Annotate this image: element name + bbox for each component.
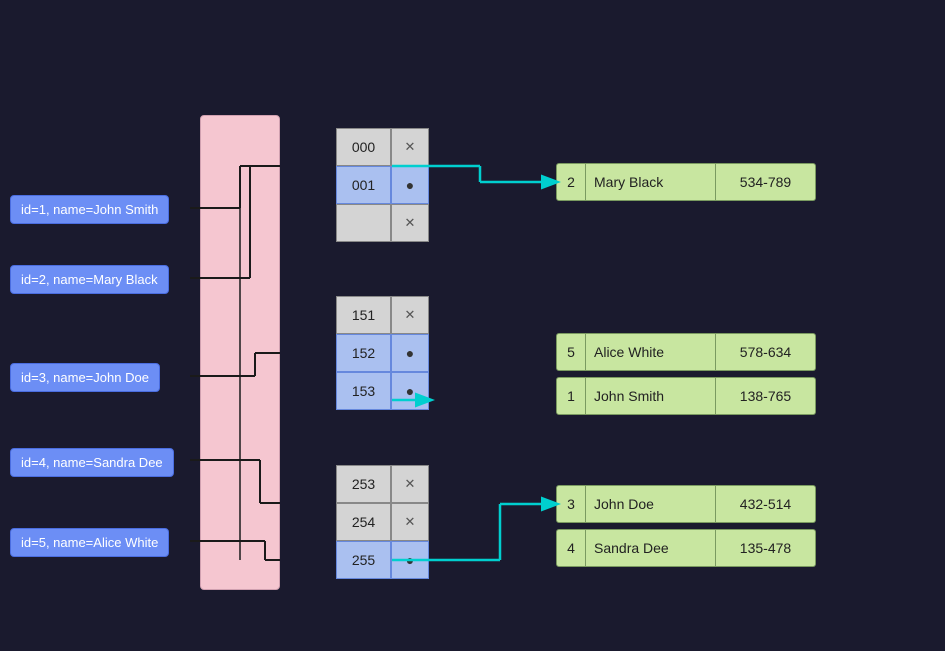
bucket-row-152: 152 xyxy=(336,334,429,372)
bucket-marker-254 xyxy=(391,503,429,541)
bucket-marker-153 xyxy=(391,372,429,410)
result-group-3: 3 John Doe 432-514 4 Sandra Dee 135-478 xyxy=(556,485,816,573)
bucket-row-151: 151 xyxy=(336,296,429,334)
bucket-row-002 xyxy=(336,204,429,242)
result-phone-alice-white: 578-634 xyxy=(716,333,816,371)
result-phone-mary-black: 534-789 xyxy=(716,163,816,201)
entity-alice-white: id=5, name=Alice White xyxy=(10,528,169,557)
bucket-row-254: 254 xyxy=(336,503,429,541)
bucket-num-001: 001 xyxy=(336,166,391,204)
bucket-num-152: 152 xyxy=(336,334,391,372)
result-phone-sandra-dee: 135-478 xyxy=(716,529,816,567)
result-row-john-doe: 3 John Doe 432-514 xyxy=(556,485,816,523)
bucket-row-000: 000 xyxy=(336,128,429,166)
bucket-marker-001 xyxy=(391,166,429,204)
result-id-5: 5 xyxy=(556,333,586,371)
result-id-2: 2 xyxy=(556,163,586,201)
bucket-group-1: 000 001 xyxy=(336,128,429,242)
bucket-row-255: 255 xyxy=(336,541,429,579)
bucket-num-002 xyxy=(336,204,391,242)
result-phone-john-smith: 138-765 xyxy=(716,377,816,415)
entity-sandra-dee: id=4, name=Sandra Dee xyxy=(10,448,174,477)
bucket-num-151: 151 xyxy=(336,296,391,334)
result-row-alice-white: 5 Alice White 578-634 xyxy=(556,333,816,371)
hash-table-background xyxy=(200,115,280,590)
result-id-4: 4 xyxy=(556,529,586,567)
bucket-marker-002 xyxy=(391,204,429,242)
result-id-3: 3 xyxy=(556,485,586,523)
entity-mary-black: id=2, name=Mary Black xyxy=(10,265,169,294)
result-id-1: 1 xyxy=(556,377,586,415)
bucket-num-000: 000 xyxy=(336,128,391,166)
result-name-john-smith: John Smith xyxy=(586,377,716,415)
bucket-marker-152 xyxy=(391,334,429,372)
result-group-2: 5 Alice White 578-634 1 John Smith 138-7… xyxy=(556,333,816,421)
bucket-marker-151 xyxy=(391,296,429,334)
bucket-num-153: 153 xyxy=(336,372,391,410)
bucket-row-153: 153 xyxy=(336,372,429,410)
entity-john-doe: id=3, name=John Doe xyxy=(10,363,160,392)
bucket-marker-255 xyxy=(391,541,429,579)
result-name-sandra-dee: Sandra Dee xyxy=(586,529,716,567)
result-name-alice-white: Alice White xyxy=(586,333,716,371)
bucket-num-255: 255 xyxy=(336,541,391,579)
bucket-marker-253 xyxy=(391,465,429,503)
diagram-container: id=1, name=John Smith id=2, name=Mary Bl… xyxy=(0,0,945,651)
result-name-john-doe: John Doe xyxy=(586,485,716,523)
result-name-mary-black: Mary Black xyxy=(586,163,716,201)
result-group-1: 2 Mary Black 534-789 xyxy=(556,163,816,207)
result-row-mary-black: 2 Mary Black 534-789 xyxy=(556,163,816,201)
bucket-marker-000 xyxy=(391,128,429,166)
entity-john-smith: id=1, name=John Smith xyxy=(10,195,169,224)
result-phone-john-doe: 432-514 xyxy=(716,485,816,523)
result-row-john-smith: 1 John Smith 138-765 xyxy=(556,377,816,415)
bucket-row-253: 253 xyxy=(336,465,429,503)
bucket-row-001: 001 xyxy=(336,166,429,204)
bucket-group-2: 151 152 153 xyxy=(336,296,429,410)
bucket-num-253: 253 xyxy=(336,465,391,503)
bucket-num-254: 254 xyxy=(336,503,391,541)
result-row-sandra-dee: 4 Sandra Dee 135-478 xyxy=(556,529,816,567)
bucket-group-3: 253 254 255 xyxy=(336,465,429,579)
